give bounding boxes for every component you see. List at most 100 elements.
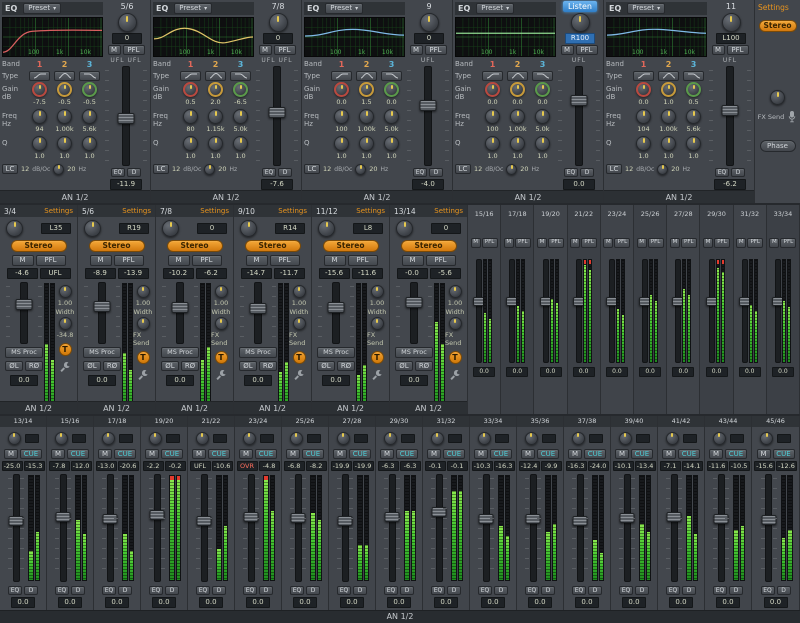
fader-handle[interactable]	[94, 301, 111, 312]
cue-button[interactable]: CUE	[20, 449, 42, 459]
pfl-button[interactable]: PFL	[114, 255, 144, 266]
pfl-button[interactable]: PFL	[780, 238, 796, 248]
channel-label[interactable]: 15/16	[475, 210, 494, 219]
dynamics-enable-button[interactable]: D	[682, 586, 696, 595]
fader-track[interactable]	[675, 259, 681, 363]
phase-right-button[interactable]: RØ	[103, 361, 121, 371]
dynamics-enable-button[interactable]: D	[729, 586, 743, 595]
cue-button[interactable]: CUE	[490, 449, 512, 459]
mute-button[interactable]: M	[192, 449, 206, 459]
pfl-button[interactable]: PFL	[614, 238, 630, 248]
cue-button[interactable]: CUE	[255, 449, 277, 459]
fader-track[interactable]	[424, 66, 432, 166]
eq-enable-button[interactable]: EQ	[413, 168, 427, 177]
fx-send-knob[interactable]	[137, 317, 150, 330]
dynamics-enable-button[interactable]: D	[259, 586, 273, 595]
fader-handle[interactable]	[385, 512, 400, 522]
dynamics-enable-button[interactable]: D	[212, 586, 226, 595]
mute-button[interactable]: M	[662, 449, 676, 459]
gain-knob-band2[interactable]	[359, 82, 374, 97]
stereo-button[interactable]: Stereo	[11, 240, 67, 252]
fader-track[interactable]	[543, 259, 549, 363]
low-cut-freq-knob[interactable]	[506, 164, 517, 175]
band-2-label[interactable]: 2	[656, 60, 681, 69]
mute-button[interactable]: M	[712, 45, 725, 55]
mute-button[interactable]: M	[703, 238, 713, 248]
talkback-button[interactable]: T	[215, 351, 228, 364]
talkback-button[interactable]: T	[137, 351, 150, 364]
channel-label[interactable]: 33/34	[470, 416, 516, 427]
fader-track[interactable]	[709, 259, 715, 363]
eq-type-button[interactable]	[482, 71, 503, 81]
dynamics-enable-button[interactable]: D	[580, 168, 594, 177]
eq-type-button[interactable]	[54, 71, 75, 81]
fader-handle[interactable]	[420, 100, 437, 111]
low-cut-freq-knob[interactable]	[204, 164, 215, 175]
freq-knob-band1[interactable]	[183, 109, 198, 124]
gain-knob-band1[interactable]	[334, 82, 349, 97]
phase-left-button[interactable]: ØL	[161, 361, 179, 371]
fader-handle[interactable]	[250, 303, 267, 314]
mute-button[interactable]: M	[521, 449, 535, 459]
fader-track[interactable]	[248, 474, 255, 582]
channel-fader[interactable]	[100, 474, 120, 582]
band-2-label[interactable]: 2	[354, 60, 379, 69]
channel-label[interactable]: 7/8	[267, 1, 290, 12]
phase-right-button[interactable]: RØ	[415, 361, 433, 371]
q-knob-band2[interactable]	[510, 136, 525, 151]
q-knob-band2[interactable]	[661, 136, 676, 151]
mute-button[interactable]: M	[561, 45, 574, 55]
width-knob[interactable]	[371, 285, 384, 298]
pan-knob[interactable]	[6, 220, 23, 237]
eq-enable-button[interactable]: EQ	[196, 586, 210, 595]
gain-knob-band3[interactable]	[535, 82, 550, 97]
fader-handle[interactable]	[172, 302, 189, 313]
fader-track[interactable]	[389, 474, 396, 582]
channel-label[interactable]: 43/44	[705, 416, 751, 427]
stereo-button[interactable]: Stereo	[167, 240, 223, 252]
stereo-button[interactable]: Stereo	[401, 240, 457, 252]
fader-track[interactable]	[642, 259, 648, 363]
band-3-label[interactable]: 3	[530, 60, 555, 69]
eq-type-button[interactable]	[356, 71, 377, 81]
mute-button[interactable]: M	[286, 449, 300, 459]
q-knob-band3[interactable]	[82, 136, 97, 151]
channel-label[interactable]: 31/32	[740, 210, 759, 219]
pan-knob[interactable]	[431, 432, 444, 445]
phase-left-button[interactable]: ØL	[239, 361, 257, 371]
channel-label[interactable]: 31/32	[423, 416, 469, 427]
channel-fader[interactable]	[194, 474, 214, 582]
cue-button[interactable]: CUE	[208, 449, 230, 459]
wrench-icon[interactable]	[449, 369, 461, 381]
channel-fader[interactable]	[523, 474, 543, 582]
settings-link[interactable]: Settings	[356, 207, 385, 215]
talkback-button[interactable]: T	[449, 351, 462, 364]
channel-label[interactable]: 11/12	[316, 207, 338, 216]
phase-right-button[interactable]: RØ	[25, 361, 43, 371]
eq-enable-button[interactable]: EQ	[478, 586, 492, 595]
fader-track[interactable]	[671, 474, 678, 582]
fader-handle[interactable]	[406, 297, 423, 308]
channel-fader[interactable]	[288, 474, 308, 582]
channel-fader[interactable]	[429, 474, 449, 582]
pfl-button[interactable]: PFL	[714, 238, 730, 248]
channel-label[interactable]: 39/40	[611, 416, 657, 427]
dynamics-enable-button[interactable]: D	[306, 586, 320, 595]
gain-knob-band3[interactable]	[686, 82, 701, 97]
cue-button[interactable]: CUE	[678, 449, 700, 459]
low-cut-button[interactable]: LC	[606, 164, 622, 174]
eq-type-button[interactable]	[29, 71, 50, 81]
channel-label[interactable]: 13/14	[0, 416, 46, 427]
fader-track[interactable]	[609, 259, 615, 363]
q-knob-band1[interactable]	[32, 136, 47, 151]
settings-link[interactable]: Settings	[200, 207, 229, 215]
dynamics-enable-button[interactable]: D	[353, 586, 367, 595]
phase-right-button[interactable]: RØ	[259, 361, 277, 371]
channel-fader[interactable]	[147, 474, 167, 582]
channel-fader[interactable]	[382, 474, 402, 582]
gain-knob-band2[interactable]	[208, 82, 223, 97]
eq-enable-button[interactable]: EQ	[149, 586, 163, 595]
cue-button[interactable]: CUE	[349, 449, 371, 459]
stereo-button[interactable]: Stereo	[89, 240, 145, 252]
band-3-label[interactable]: 3	[681, 60, 706, 69]
